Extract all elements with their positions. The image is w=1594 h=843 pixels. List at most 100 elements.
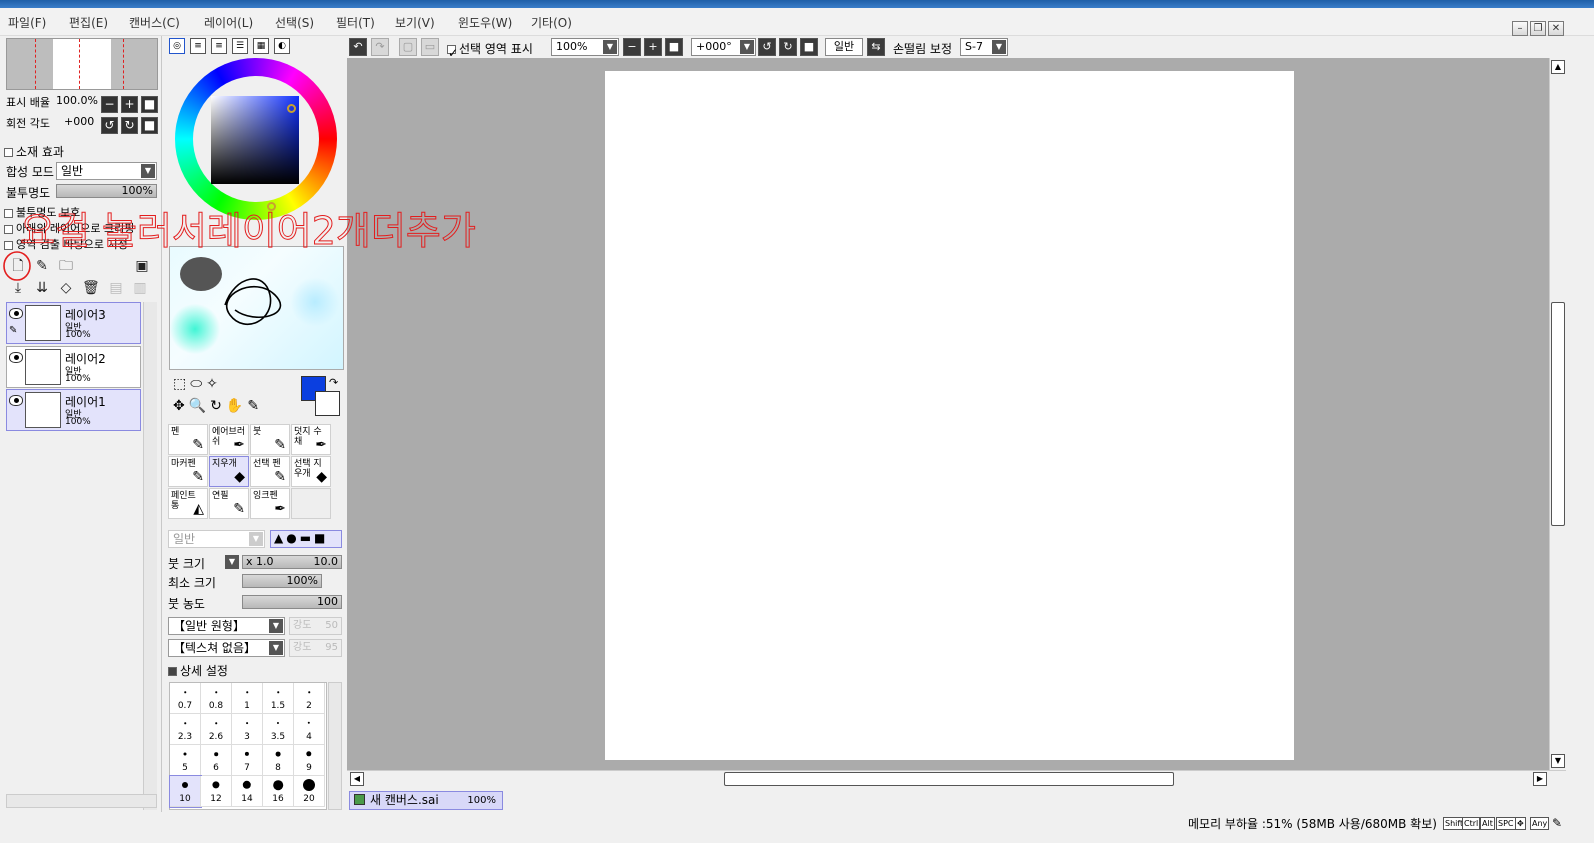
horizontal-scrollbar[interactable]: ◀ ▶	[347, 770, 1566, 786]
rotate-left-button[interactable]: ↺	[101, 117, 118, 134]
menu-filter[interactable]: 필터(T)	[336, 14, 375, 31]
vertical-scrollbar[interactable]: ▲ ▼	[1549, 58, 1566, 770]
hsv-slider-icon[interactable]: ≡	[211, 38, 227, 54]
menu-canvas[interactable]: 캔버스(C)	[129, 14, 180, 31]
scratchpad-icon[interactable]: ◐	[274, 38, 290, 54]
rotate-right-button[interactable]: ↻	[121, 117, 138, 134]
invert-selection-button[interactable]: ▭	[421, 38, 439, 56]
zoom-reset-button[interactable]: ■	[141, 96, 158, 113]
texture-toggle[interactable]: 소재 효과	[4, 143, 64, 160]
mix-slider-icon[interactable]: ☰	[232, 38, 248, 54]
tool-airbrush[interactable]: 에어브러쉬 ✒	[209, 424, 249, 455]
min-size-slider[interactable]: 100%	[242, 574, 322, 588]
menu-layer[interactable]: 레이어(L)	[204, 14, 253, 31]
blend-mode-select[interactable]: 일반 ▼	[56, 162, 157, 180]
brush-size-preset[interactable]: 14	[232, 776, 263, 807]
tool-brush[interactable]: 붓 ✎	[250, 424, 290, 455]
scroll-left-icon[interactable]: ◀	[350, 772, 364, 786]
tool-select-eraser[interactable]: 선택 지우개 ◆	[291, 456, 331, 487]
toolbar-rotate-right-button[interactable]: ↻	[779, 38, 797, 56]
brush-size-preset[interactable]: 20	[294, 776, 325, 807]
drawing-canvas[interactable]	[605, 71, 1294, 760]
background-color-swatch[interactable]	[315, 391, 340, 416]
brush-size-preset[interactable]: 2	[294, 683, 325, 714]
view-tools[interactable]: ✥🔍↻✋✎	[173, 398, 263, 414]
clear-layer-icon[interactable]: ◇	[58, 280, 74, 296]
delete-layer-icon[interactable]: 🗑	[82, 280, 100, 296]
restore-button[interactable]: ❐	[1530, 21, 1546, 36]
tool-watercolor[interactable]: 덧지 수채 ✒	[291, 424, 331, 455]
brush-size-preset[interactable]: 12	[201, 776, 232, 807]
toolbar-zoom-out-button[interactable]: −	[623, 38, 641, 56]
brush-size-scrollbar[interactable]	[328, 682, 342, 810]
layer-mask-icon[interactable]: ▣	[134, 258, 150, 274]
texture-strength[interactable]: 강도 95	[289, 639, 342, 657]
eye-icon[interactable]	[9, 308, 23, 319]
toolbar-rotate-left-button[interactable]: ↺	[758, 38, 776, 56]
brush-size-preset[interactable]: 7	[232, 745, 263, 776]
show-selection-checkbox[interactable]: ✓선택 영역 표시	[447, 40, 533, 60]
toolbar-zoom-reset-button[interactable]: ■	[665, 38, 683, 56]
close-button[interactable]: ✕	[1548, 21, 1564, 36]
document-tab[interactable]: 새 캔버스.sai 100%	[349, 791, 503, 810]
layer-hscrollbar[interactable]	[6, 794, 157, 808]
swatches-icon[interactable]: ▦	[253, 38, 269, 54]
brush-size-preset[interactable]: 0.8	[201, 683, 232, 714]
advanced-settings-toggle[interactable]: 상세 설정	[168, 662, 228, 679]
scroll-down-icon[interactable]: ▼	[1551, 754, 1565, 768]
toolbar-rotate-reset-button[interactable]: ■	[800, 38, 818, 56]
tool-eraser[interactable]: 지우개 ◆	[209, 456, 249, 487]
brush-size-preset[interactable]: 3.5	[263, 714, 294, 745]
brush-size-preset[interactable]: 5	[170, 745, 201, 776]
navigator-preview[interactable]	[6, 38, 158, 90]
brush-size-preset[interactable]: 4	[294, 714, 325, 745]
selection-tools[interactable]: ⬚⬭✧	[173, 376, 222, 392]
menu-select[interactable]: 선택(S)	[275, 14, 314, 31]
tool-blend-select[interactable]: 일반 ▼	[168, 530, 265, 548]
tool-marker[interactable]: 마커펜 ✎	[168, 456, 208, 487]
rgb-slider-icon[interactable]: ≡	[190, 38, 206, 54]
texture-select[interactable]: 【텍스쳐 없음】 ▼	[168, 639, 285, 657]
stabilizer-select[interactable]: S-7 ▼	[960, 38, 1008, 56]
merge-down-icon[interactable]: ⇊	[34, 280, 50, 296]
brush-size-preset[interactable]: 2.6	[201, 714, 232, 745]
redo-button[interactable]: ↷	[371, 38, 389, 56]
brush-edge-selector[interactable]: ▲●▬■	[270, 530, 342, 548]
brush-size-preset[interactable]: 6	[201, 745, 232, 776]
view-mode-select[interactable]: 일반	[825, 38, 863, 56]
protect-opacity-checkbox[interactable]: 불투명도 보호	[4, 204, 80, 220]
layer-item-2[interactable]: 레이어2 일반 100%	[6, 346, 141, 388]
shape-strength[interactable]: 강도 50	[289, 617, 342, 635]
rotate-reset-button[interactable]: ■	[141, 117, 158, 134]
brush-size-preset[interactable]: 1.5	[263, 683, 294, 714]
brush-size-preset[interactable]: 16	[263, 776, 294, 807]
eye-icon[interactable]	[9, 395, 23, 406]
apply-mask-icon[interactable]: ▤	[108, 280, 124, 296]
toolbar-zoom-in-button[interactable]: +	[644, 38, 662, 56]
clip-below-checkbox[interactable]: 아래의 레이어으로 크리핑	[4, 220, 134, 236]
color-wheel[interactable]	[175, 58, 337, 220]
new-folder-icon[interactable]: 🗀	[58, 258, 74, 274]
density-slider[interactable]: 100	[242, 595, 342, 609]
new-linework-layer-icon[interactable]: ✎	[34, 258, 50, 274]
brush-size-preset[interactable]: 2.3	[170, 714, 201, 745]
brush-size-slider[interactable]: x 1.0 10.0	[242, 555, 342, 569]
opacity-slider[interactable]: 100%	[56, 184, 157, 198]
layer-item-3[interactable]: ✎ 레이어3 일반 100%	[6, 302, 141, 344]
tool-paint-bucket[interactable]: 페인트 통 ◭	[168, 488, 208, 519]
brush-size-dropdown[interactable]: ▼	[225, 555, 239, 569]
vertical-scroll-thumb[interactable]	[1551, 302, 1565, 526]
minimize-button[interactable]: –	[1512, 21, 1528, 36]
scroll-up-icon[interactable]: ▲	[1551, 60, 1565, 74]
flip-button[interactable]: ⇆	[867, 38, 885, 56]
menu-edit[interactable]: 편집(E)	[69, 14, 108, 31]
saturation-value-square[interactable]	[211, 96, 299, 184]
brush-shape-select[interactable]: 【일반 원형】 ▼	[168, 617, 285, 635]
scratchpad[interactable]	[169, 246, 344, 370]
rotation-select[interactable]: +000° ▼	[691, 38, 756, 56]
tool-pencil[interactable]: 연필 ✎	[209, 488, 249, 519]
menu-window[interactable]: 윈도우(W)	[458, 14, 512, 31]
layer-item-1[interactable]: 레이어1 일반 100%	[6, 389, 141, 431]
tool-pen[interactable]: 펜 ✎	[168, 424, 208, 455]
brush-size-preset[interactable]: 8	[263, 745, 294, 776]
